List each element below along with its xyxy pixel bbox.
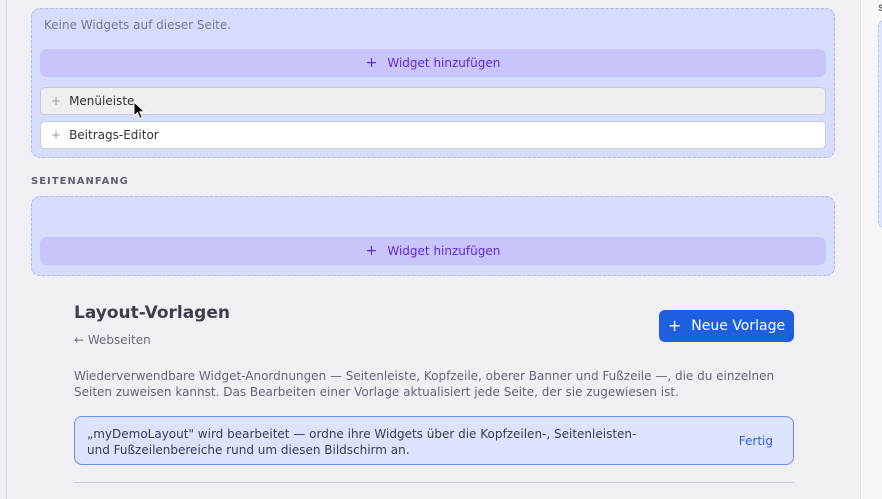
right-sidebar-panel: S bbox=[860, 0, 882, 499]
right-panel-label: S bbox=[878, 4, 882, 14]
widget-option-label: Beitrags-Editor bbox=[69, 128, 159, 142]
add-widget-button[interactable]: + Widget hinzufügen bbox=[40, 237, 826, 265]
arrow-left-icon: ← bbox=[74, 333, 85, 347]
widget-option-beitrags-editor[interactable]: + Beitrags-Editor bbox=[40, 121, 826, 149]
templates-description: Wiederverwendbare Widget-Anordnungen — S… bbox=[74, 369, 775, 399]
page-title: Layout-Vorlagen bbox=[74, 303, 230, 323]
widget-option-menuleiste[interactable]: + Menüleiste bbox=[40, 87, 826, 115]
mouse-cursor-icon bbox=[133, 101, 146, 120]
editing-banner: „myDemoLayout" wird bearbeitet — ordne i… bbox=[74, 416, 794, 465]
widget-option-label: Menüleiste bbox=[69, 94, 135, 108]
section-label-seitenanfang: SEITENANFANG bbox=[31, 176, 129, 187]
new-template-button[interactable]: + Neue Vorlage bbox=[659, 310, 794, 342]
zone-empty-message: Keine Widgets auf dieser Seite. bbox=[44, 18, 232, 32]
back-link-webseiten[interactable]: ← Webseiten bbox=[74, 333, 151, 347]
plus-icon: + bbox=[51, 128, 62, 142]
plus-icon: + bbox=[667, 316, 682, 335]
done-button[interactable]: Fertig bbox=[739, 434, 773, 448]
plus-icon: + bbox=[51, 94, 62, 108]
plus-icon: + bbox=[365, 243, 378, 259]
add-widget-label: Widget hinzufügen bbox=[387, 244, 501, 258]
widget-zone-top: Keine Widgets auf dieser Seite. + Widget… bbox=[31, 8, 835, 158]
widget-zone-seitenanfang: + Widget hinzufügen bbox=[31, 196, 835, 276]
back-link-label: Webseiten bbox=[87, 333, 151, 347]
editing-banner-text: „myDemoLayout" wird bearbeitet — ordne i… bbox=[87, 427, 637, 457]
plus-icon: + bbox=[365, 55, 378, 71]
add-widget-label: Widget hinzufügen bbox=[387, 56, 501, 70]
page-left-border bbox=[6, 0, 7, 499]
right-panel-drop-zone[interactable] bbox=[878, 20, 882, 228]
add-widget-button[interactable]: + Widget hinzufügen bbox=[40, 49, 826, 77]
divider bbox=[74, 482, 794, 483]
new-template-label: Neue Vorlage bbox=[691, 318, 786, 334]
